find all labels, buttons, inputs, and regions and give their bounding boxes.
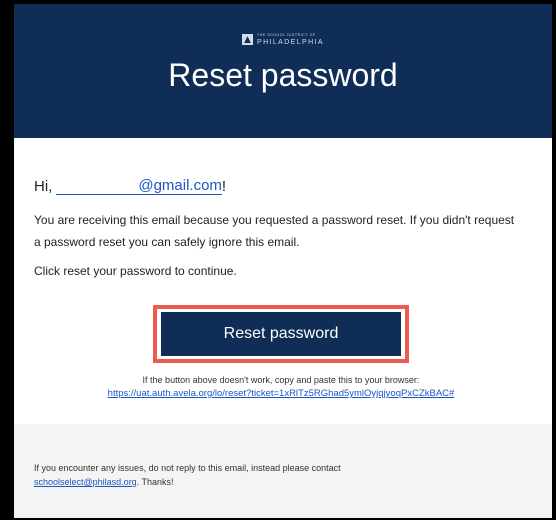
greeting: Hi, @gmail.com ! <box>34 173 528 195</box>
continue-instruction: Click reset your password to continue. <box>34 264 237 278</box>
reset-explanation: You are receiving this email because you… <box>34 213 515 249</box>
district-logo-text: THE SCHOOL DISTRICT OF PHILADELPHIA <box>257 33 324 46</box>
header-title: Reset password <box>168 56 398 93</box>
email-header: THE SCHOOL DISTRICT OF PHILADELPHIA Rese… <box>14 4 552 138</box>
contact-email-link[interactable]: schoolselect@philasd.org <box>34 477 137 487</box>
footer-thanks: . Thanks! <box>136 477 174 487</box>
footer-text: If you encounter any issues, do not repl… <box>34 463 341 473</box>
button-highlight: Reset password <box>153 305 409 363</box>
reset-url-link[interactable]: https://uat.auth.avela.org/lo/reset?tick… <box>34 388 528 399</box>
greeting-prefix: Hi, <box>34 178 53 195</box>
logo-line-2: PHILADELPHIA <box>257 38 324 46</box>
email-body: Hi, @gmail.com ! You are receiving this … <box>14 138 552 399</box>
email-footer: If you encounter any issues, do not repl… <box>14 424 552 518</box>
fallback-instructions: If the button above doesn't work, copy a… <box>142 375 420 385</box>
district-logo-icon <box>242 34 253 46</box>
district-logo: THE SCHOOL DISTRICT OF PHILADELPHIA <box>242 33 324 46</box>
logo-line-1: THE SCHOOL DISTRICT OF <box>257 33 316 37</box>
reset-password-button[interactable]: Reset password <box>161 312 401 356</box>
greeting-suffix: ! <box>221 178 227 195</box>
email-card: THE SCHOOL DISTRICT OF PHILADELPHIA Rese… <box>14 4 552 518</box>
recipient-email-link[interactable]: @gmail.com <box>56 177 222 195</box>
